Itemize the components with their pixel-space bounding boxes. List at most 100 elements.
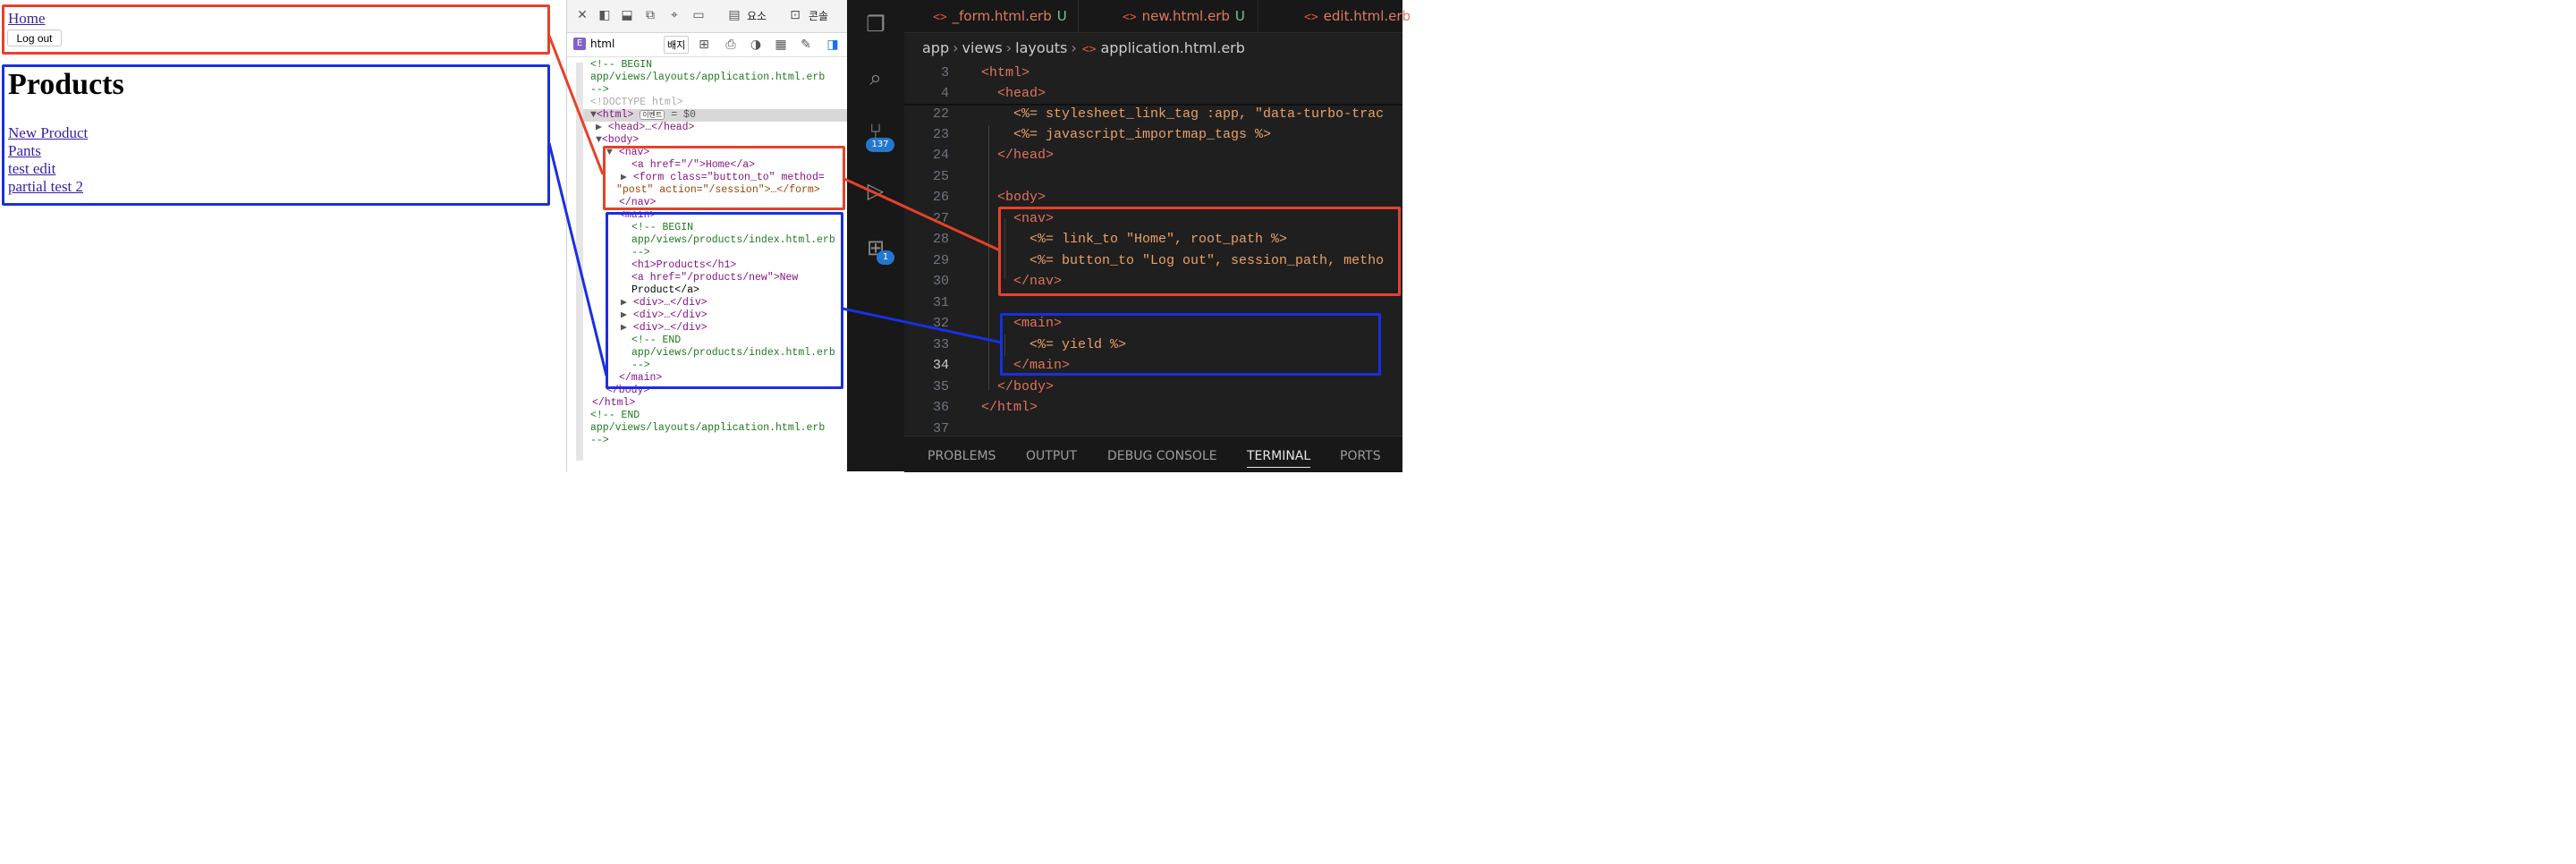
search-icon[interactable]: ⌕: [862, 64, 889, 91]
dom-node[interactable]: ▼<body>: [596, 134, 639, 147]
breadcrumb-item[interactable]: layouts: [1015, 39, 1067, 56]
node-text: <head>…</head>: [607, 122, 695, 133]
dom-node[interactable]: -->: [590, 84, 609, 97]
explorer-icon[interactable]: ❐: [862, 11, 889, 38]
tab-output[interactable]: OUTPUT: [1026, 449, 1077, 463]
element-picker-icon[interactable]: ⌖: [667, 8, 682, 22]
code-text: </body>: [981, 379, 1055, 394]
tab-console[interactable]: 콘솔: [809, 8, 828, 23]
dock-left-icon[interactable]: ◧: [597, 8, 612, 22]
breadcrumb-item[interactable]: application.html.erb: [1100, 39, 1244, 56]
nav-highlight-box: [2, 4, 550, 55]
code-line[interactable]: 4 <head>: [904, 83, 1402, 104]
detach-window-icon[interactable]: ⧉: [643, 8, 657, 22]
tab-label: edit.html.erb: [1323, 8, 1411, 24]
devtools-toolbar: ✕ ◧ ⬓ ⧉ ⌖ ▭ ▤ 요소 ⊡ 콘솔: [567, 0, 848, 33]
dom-node[interactable]: <!-- END: [590, 410, 640, 422]
tab-label: _form.html.erb: [952, 8, 1052, 24]
node-text: <html>: [596, 109, 634, 121]
line-number: 4: [940, 86, 949, 101]
line-number: 3: [940, 65, 949, 80]
line-number: 33: [932, 337, 949, 352]
devtools-main-highlight-box: [606, 212, 843, 389]
breadcrumb-item[interactable]: app: [922, 39, 949, 56]
event-badge[interactable]: 이벤트: [640, 110, 665, 120]
code-line[interactable]: 36 </html>: [904, 397, 1402, 418]
breadcrumb-item[interactable]: views: [962, 39, 1003, 56]
print-icon[interactable]: ⎙: [724, 38, 738, 52]
line-number: 28: [932, 232, 949, 247]
line-number: 30: [932, 274, 949, 289]
dom-node[interactable]: ▶ <head>…</head>: [596, 122, 694, 134]
line-number: 22: [932, 106, 949, 122]
code-line[interactable]: 25: [904, 166, 1402, 187]
line-number: 25: [932, 169, 949, 184]
code-main-highlight-box: [1000, 313, 1381, 376]
tab-debug-console[interactable]: DEBUG CONSOLE: [1107, 449, 1217, 463]
untracked-badge: U: [1234, 8, 1245, 24]
dom-node[interactable]: -->: [590, 435, 609, 447]
tab-new-erb[interactable]: <> new.html.erb U: [1080, 0, 1258, 32]
sidebar-toggle-icon[interactable]: ◨: [826, 38, 840, 52]
code-line[interactable]: 24 </head>: [904, 145, 1402, 165]
code-text: <%= javascript_importmap_tags %>: [981, 127, 1272, 142]
color-scheme-icon[interactable]: ◑: [749, 38, 763, 52]
node-text: <body>: [601, 134, 640, 146]
html-file-icon: <>: [1123, 11, 1137, 24]
device-mode-icon[interactable]: ▭: [691, 8, 706, 22]
tab-label: new.html.erb: [1141, 8, 1230, 24]
brush-icon[interactable]: ✎: [799, 38, 813, 52]
console-tab-icon: ⊡: [790, 8, 801, 22]
code-text: <%= stylesheet_link_tag :app, "data-turb…: [981, 106, 1385, 122]
code-text: <head>: [981, 86, 1046, 101]
line-number: 24: [932, 148, 949, 163]
element-type-icon: E: [573, 38, 586, 50]
tab-elements[interactable]: 요소: [747, 8, 767, 23]
line-number: 31: [932, 295, 949, 310]
tab-form-erb[interactable]: <> _form.html.erb U: [904, 0, 1079, 32]
code-line[interactable]: 23 <%= javascript_importmap_tags %>: [904, 124, 1402, 145]
dom-node[interactable]: <!-- BEGIN: [590, 59, 652, 72]
dom-node[interactable]: <!DOCTYPE html>: [590, 97, 683, 109]
close-icon[interactable]: ✕: [575, 8, 589, 22]
dom-node[interactable]: app/views/layouts/application.html.erb: [590, 72, 825, 84]
line-number: 35: [932, 379, 949, 394]
run-debug-icon[interactable]: ▷: [862, 177, 889, 204]
html-file-icon: <>: [1304, 11, 1318, 24]
expand-arrow-icon[interactable]: ▶: [596, 122, 608, 133]
dom-node[interactable]: app/views/layouts/application.html.erb: [590, 422, 825, 435]
line-number: 27: [932, 211, 949, 226]
code-line[interactable]: 22 <%= stylesheet_link_tag :app, "data-t…: [904, 104, 1402, 124]
dollar0-label: = $0: [671, 109, 696, 121]
layout-icon[interactable]: ⊞: [697, 38, 711, 52]
breadcrumb-separator-icon: ›: [1071, 39, 1077, 56]
line-number: 36: [932, 400, 949, 415]
dom-node-html[interactable]: ▼<html> 이벤트 = $0: [590, 109, 696, 122]
code-line[interactable]: 35 </body>: [904, 377, 1402, 397]
dom-tree-rail: [576, 63, 583, 461]
grid-icon[interactable]: ▦: [774, 38, 788, 52]
collapse-arrow-icon[interactable]: ▼: [590, 109, 597, 121]
code-line[interactable]: 3 <html>: [904, 63, 1402, 83]
collapse-arrow-icon[interactable]: ▼: [596, 134, 602, 146]
devtools-subtoolbar: E html 배지 ⊞ ⎙ ◑ ▦ ✎ ◨: [567, 33, 848, 57]
code-text: <html>: [981, 65, 1030, 80]
badge-button[interactable]: 배지: [664, 36, 690, 54]
breadcrumb-separator-icon: ›: [953, 39, 959, 56]
devtools-nav-highlight-box: [603, 146, 845, 210]
tab-ports[interactable]: PORTS: [1340, 449, 1381, 463]
untracked-badge: U: [1056, 8, 1067, 24]
dom-node[interactable]: </html>: [592, 397, 635, 410]
tab-terminal[interactable]: TERMINAL: [1247, 449, 1311, 468]
panel-tabs: PROBLEMS OUTPUT DEBUG CONSOLE TERMINAL P…: [904, 436, 1402, 472]
line-number: 32: [932, 316, 949, 331]
line-number: 23: [932, 127, 949, 142]
tab-edit-erb[interactable]: <> edit.html.erb: [1259, 0, 1411, 32]
dock-bottom-icon[interactable]: ⬓: [620, 8, 634, 22]
html-file-icon: <>: [933, 11, 947, 24]
line-number: 34: [932, 358, 949, 373]
tab-problems[interactable]: PROBLEMS: [928, 449, 996, 463]
code-text: </head>: [981, 148, 1055, 163]
line-number: 29: [932, 253, 949, 268]
code-line[interactable]: 26 <body>: [904, 187, 1402, 208]
